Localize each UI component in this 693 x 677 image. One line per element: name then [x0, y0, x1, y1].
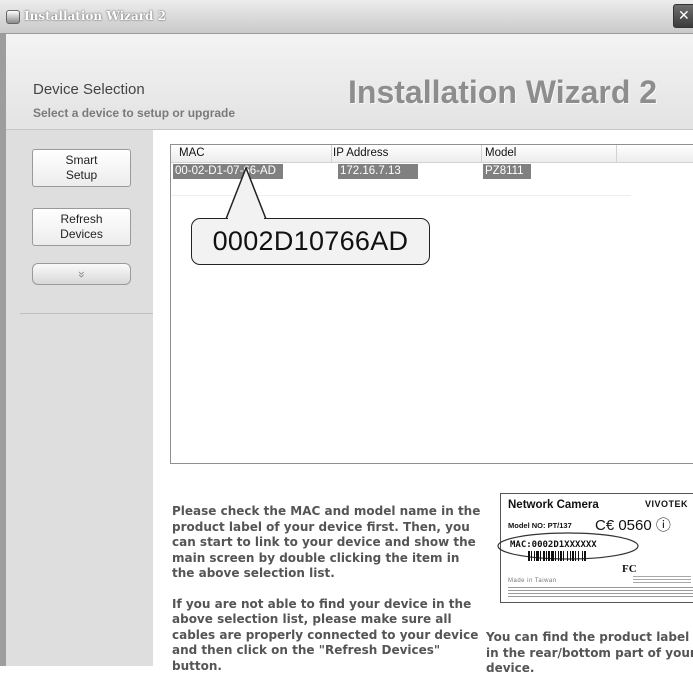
- product-label-origin: Made in Taiwan: [508, 578, 557, 584]
- app-icon: [6, 10, 20, 24]
- column-separator: [481, 145, 482, 163]
- product-label-title: Network Camera: [508, 499, 599, 511]
- label-fine-print: [633, 576, 691, 584]
- window-title: Installation Wizard 2: [24, 9, 166, 23]
- close-button[interactable]: ✕: [673, 4, 693, 28]
- title-bar: Installation Wizard 2 ✕: [0, 0, 693, 34]
- cell-model: PZ8111: [483, 164, 531, 179]
- callout-pointer-join: [228, 218, 264, 221]
- fcc-logo: FC: [622, 563, 637, 575]
- header: Device Selection Select a device to setu…: [6, 34, 693, 130]
- page-subtitle: Select a device to setup or upgrade: [33, 106, 236, 120]
- page-title: Device Selection: [33, 81, 145, 98]
- smart-setup-label-line1: Smart: [65, 153, 98, 167]
- label-fine-print: [508, 587, 693, 601]
- chevron-down-double-icon: »: [75, 270, 89, 278]
- column-separator: [616, 145, 617, 163]
- column-header-model[interactable]: Model: [485, 147, 516, 159]
- brand-title: Installation Wizard 2: [348, 74, 658, 110]
- product-label-image: Network Camera VIVOTEK Model NO: PT/137 …: [497, 493, 693, 603]
- sidebar-divider: [20, 313, 153, 314]
- smart-setup-label-line2: Setup: [65, 168, 98, 182]
- refresh-devices-button[interactable]: Refresh Devices: [32, 208, 131, 246]
- barcode-icon: [528, 551, 586, 561]
- vivotek-logo: VIVOTEK: [644, 499, 688, 509]
- smart-setup-button[interactable]: Smart Setup: [32, 149, 131, 187]
- wizard-window: Device Selection Select a device to setu…: [0, 34, 693, 675]
- sidebar: Smart Setup Refresh Devices »: [6, 130, 153, 666]
- instructions: Please check the MAC and model name in t…: [172, 504, 482, 674]
- product-label-caption: You can find the product label in the re…: [486, 630, 693, 675]
- instructions-paragraph-1: Please check the MAC and model name in t…: [172, 504, 481, 580]
- product-label-mac: MAC:0002D1XXXXXX: [510, 540, 597, 550]
- expand-more-button[interactable]: »: [32, 263, 131, 285]
- instructions-paragraph-2: If you are not able to find your device …: [172, 596, 479, 673]
- refresh-devices-label-line2: Devices: [60, 227, 103, 241]
- main-content: MAC IP Address Model 00-02-D1-07-66-AD 1…: [153, 130, 693, 675]
- refresh-devices-label-line1: Refresh: [60, 212, 103, 226]
